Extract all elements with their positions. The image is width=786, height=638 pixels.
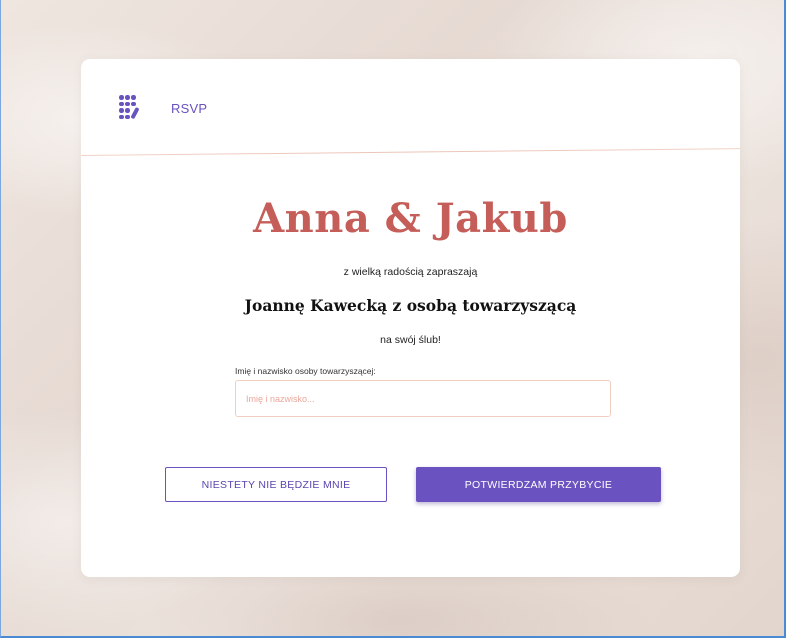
logo-dot — [119, 108, 124, 113]
logo-dot — [125, 95, 130, 100]
companion-name-label: Imię i nazwisko osoby towarzyszącej: — [235, 366, 376, 376]
couple-names: Anna & Jakub — [253, 195, 568, 242]
guest-name: Joannę Kawecką z osobą towarzyszącą — [244, 296, 577, 315]
decline-button[interactable]: NIESTETY NIE BĘDZIE MNIE — [165, 467, 387, 502]
logo-dot — [125, 108, 130, 113]
rsvp-card: RSVP Anna & Jakub z wielką radością zapr… — [80, 59, 740, 577]
logo-slash — [130, 106, 140, 120]
logo-dot — [119, 114, 124, 119]
invite-intro-text: z wielką radością zapraszają — [343, 266, 478, 278]
occasion-text: na swój ślub! — [380, 334, 441, 346]
logo-dot — [131, 101, 136, 106]
logo-dot — [125, 101, 130, 106]
dots-logo-icon[interactable] — [119, 95, 141, 123]
nav-link-rsvp[interactable]: RSVP — [171, 101, 207, 116]
logo-dot — [119, 95, 124, 100]
logo-dot — [125, 114, 130, 119]
logo-dot — [131, 95, 136, 100]
confirm-attendance-button[interactable]: POTWIERDZAM PRZYBYCIE — [416, 467, 661, 502]
logo-dot — [119, 101, 124, 106]
card-header: RSVP — [80, 59, 740, 156]
companion-name-input[interactable] — [235, 380, 611, 417]
header-divider — [80, 148, 740, 156]
